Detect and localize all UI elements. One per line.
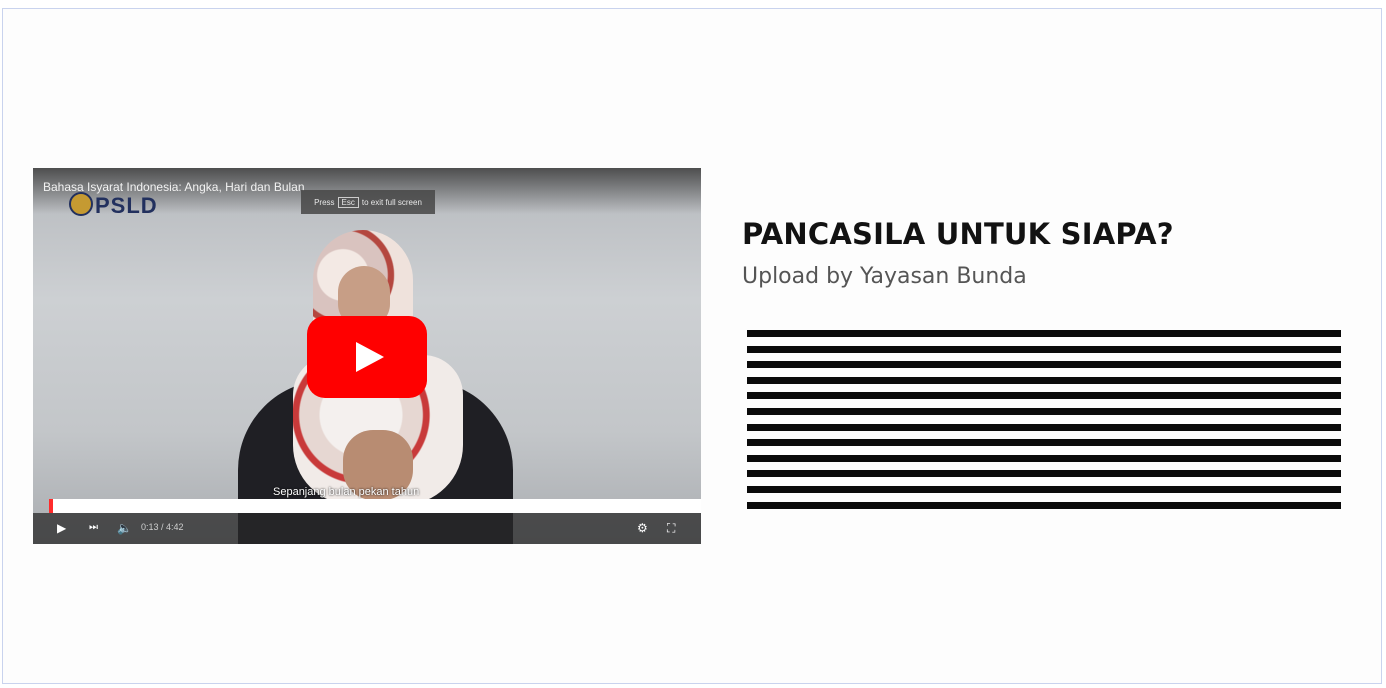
seal-icon	[69, 192, 93, 216]
video-caption: Sepanjang bulan pekan tahun	[273, 486, 420, 498]
redaction-line	[747, 361, 1341, 369]
timecode: 0:13 / 4:42	[141, 522, 184, 532]
redaction-line	[747, 423, 1341, 431]
redaction-line	[747, 485, 1341, 493]
play-control-icon[interactable]: ▶	[57, 521, 66, 535]
hint-prefix: Press	[314, 197, 335, 207]
channel-logo: PSLD	[69, 192, 158, 219]
content-card: Bahasa Isyarat Indonesia: Angka, Hari da…	[2, 8, 1382, 684]
volume-icon[interactable]: 🔈	[117, 521, 132, 535]
hint-key: Esc	[337, 196, 359, 208]
logo-text: PSLD	[95, 193, 158, 218]
fullscreen-hint: Press Esc to exit full screen	[301, 190, 435, 214]
fullscreen-icon[interactable]: ⛶	[667, 521, 675, 535]
redaction-line	[747, 345, 1341, 353]
play-icon	[356, 342, 384, 372]
redaction-line	[747, 407, 1341, 415]
video-player[interactable]: Bahasa Isyarat Indonesia: Angka, Hari da…	[33, 168, 701, 544]
progress-fill	[49, 499, 53, 513]
next-icon[interactable]: ⏭	[89, 521, 98, 535]
hint-suffix: to exit full screen	[361, 197, 422, 207]
page-title: PANCASILA UNTUK SIAPA?	[742, 217, 1174, 251]
redaction-line	[747, 330, 1341, 337]
redaction-line	[747, 501, 1341, 509]
redacted-text-block	[747, 330, 1341, 517]
redaction-line	[747, 392, 1341, 400]
upload-credit: Upload by Yayasan Bunda	[742, 264, 1027, 289]
redaction-line	[747, 470, 1341, 478]
progress-bar[interactable]	[49, 499, 701, 513]
redaction-line	[747, 376, 1341, 384]
redaction-line	[747, 454, 1341, 462]
redaction-line	[747, 439, 1341, 447]
settings-gear-icon[interactable]: ⚙	[637, 521, 648, 535]
large-play-button[interactable]	[307, 316, 427, 398]
player-controls: ▶ ⏭ 🔈 0:13 / 4:42 ⚙ ⛶	[33, 513, 701, 544]
